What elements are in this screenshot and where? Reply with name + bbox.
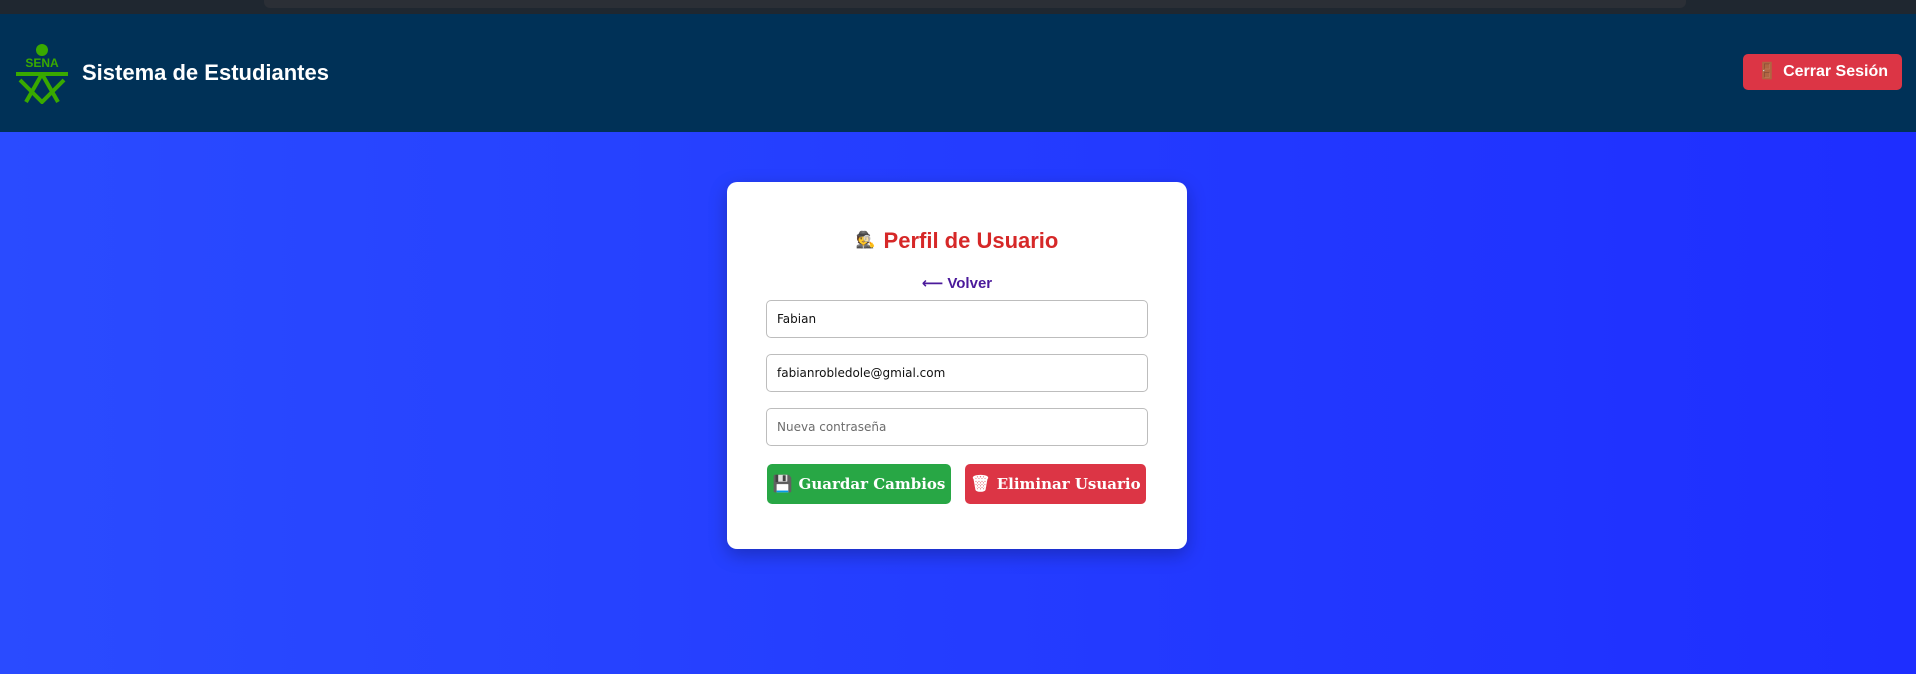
user-icon: 🕵	[855, 232, 876, 249]
door-icon: 🚪	[1757, 63, 1778, 80]
back-link[interactable]: ⟵ Volver	[766, 274, 1148, 292]
left-arrow-icon: ⟵	[921, 275, 944, 292]
logout-button[interactable]: 🚪 Cerrar Sesión	[1743, 54, 1902, 90]
save-button[interactable]: 💾 Guardar Cambios	[767, 464, 951, 504]
password-field[interactable]	[766, 408, 1148, 446]
profile-title: 🕵 Perfil de Usuario	[766, 228, 1148, 254]
save-label: Guardar Cambios	[798, 475, 946, 493]
app-title: Sistema de Estudiantes	[82, 60, 329, 85]
browser-top-strip	[0, 0, 1916, 14]
delete-user-button[interactable]: 🗑 Eliminar Usuario	[965, 464, 1146, 504]
profile-title-text: Perfil de Usuario	[883, 228, 1059, 253]
profile-card: 🕵 Perfil de Usuario ⟵Volver 💾 Guardar Ca…	[727, 182, 1187, 549]
svg-text:SENA: SENA	[25, 56, 59, 70]
name-field[interactable]	[766, 300, 1148, 338]
trash-icon: 🗑	[970, 474, 991, 493]
delete-label: Eliminar Usuario	[996, 475, 1141, 493]
logout-label: Cerrar Sesión	[1783, 63, 1888, 80]
action-buttons: 💾 Guardar Cambios 🗑 Eliminar Usuario	[766, 464, 1148, 504]
floppy-disk-icon: 💾	[772, 474, 793, 493]
address-bar[interactable]	[264, 0, 1686, 8]
app-header: SENA Sistema de Estudiantes 🚪 Cerrar Ses…	[0, 14, 1916, 132]
sena-logo: SENA	[16, 44, 68, 104]
back-link-label: Volver	[947, 275, 993, 292]
email-field[interactable]	[766, 354, 1148, 392]
